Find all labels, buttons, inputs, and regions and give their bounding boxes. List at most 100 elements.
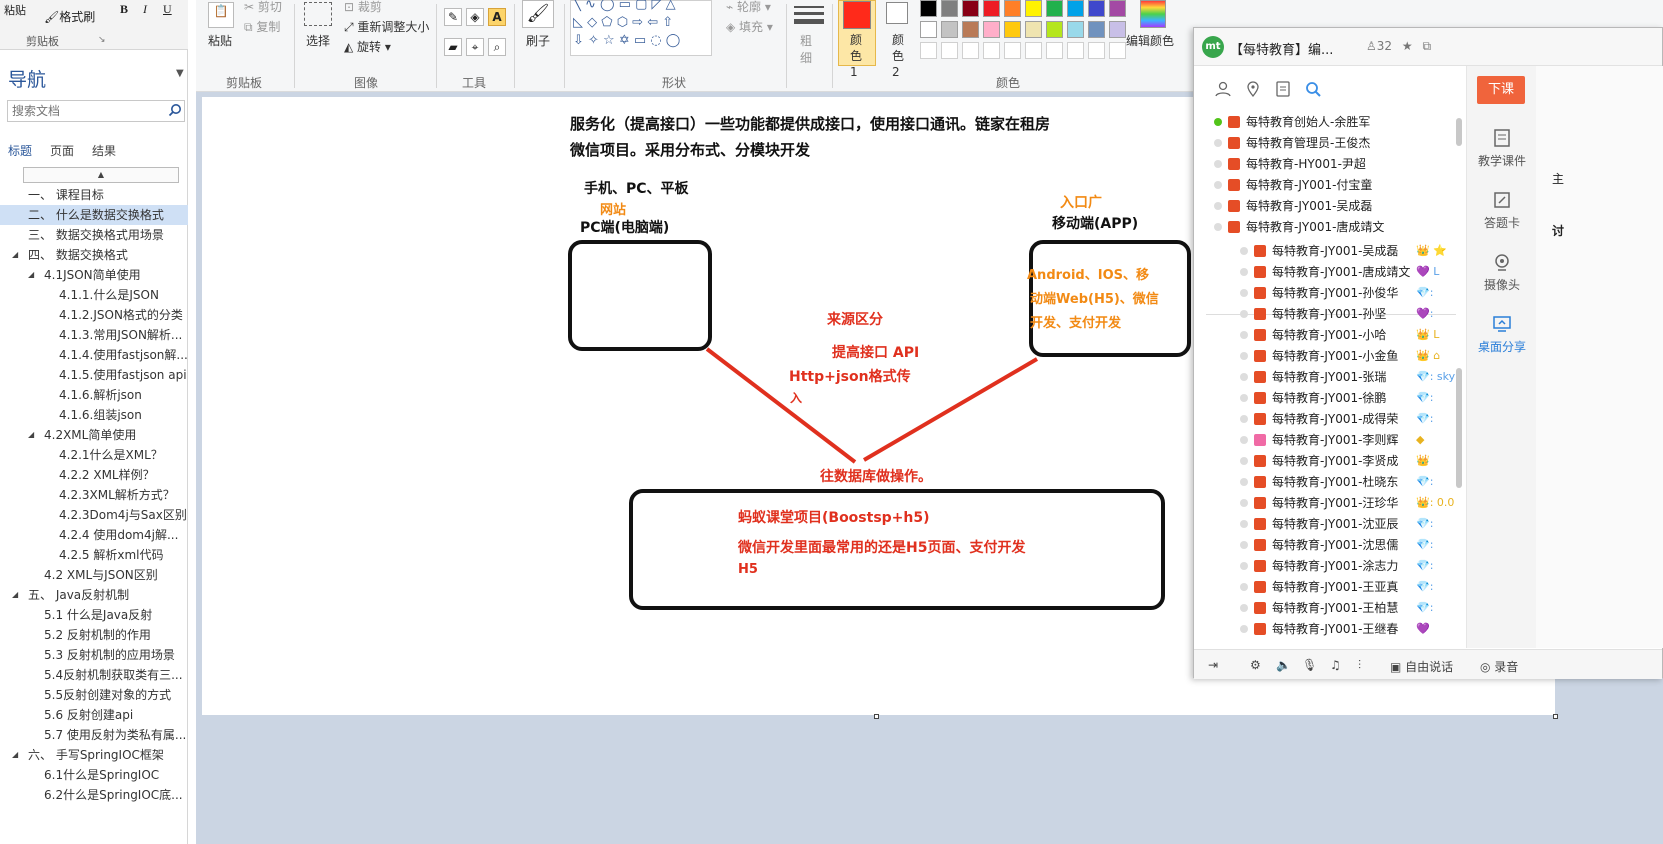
polygon-shape-icon[interactable]: ◺ ◇ ⬠ ⬡ ⇨ ⇦ ⇧	[573, 15, 673, 30]
nav-heading-item[interactable]: 4.1.1.什么是JSON	[0, 285, 188, 305]
underline-button[interactable]: U	[163, 2, 172, 17]
equalizer-icon[interactable]: ⫶	[1358, 658, 1361, 673]
size-button[interactable]: 粗细	[800, 32, 814, 66]
nav-heading-item[interactable]: ◢ 六、 手写SpringIOC框架	[0, 745, 188, 765]
color-swatch[interactable]	[1109, 0, 1126, 17]
courseware-button[interactable]: 教学课件	[1467, 128, 1537, 169]
nav-heading-item[interactable]: ◢ 4.2XML简单使用	[0, 425, 188, 445]
edit-colors-button[interactable]: 编辑颜色	[1126, 32, 1174, 49]
nav-heading-item[interactable]: 5.1 什么是Java反射	[0, 605, 188, 625]
empty-color-swatch[interactable]	[1088, 42, 1105, 59]
window-icon[interactable]: ⧉	[1422, 39, 1431, 53]
camera-button[interactable]: 摄像头	[1467, 252, 1537, 293]
star-icon[interactable]: ★	[1402, 39, 1413, 53]
empty-color-swatch[interactable]	[962, 42, 979, 59]
note-icon[interactable]	[1274, 80, 1292, 98]
nav-heading-item[interactable]: 5.6 反射创建api	[0, 705, 188, 725]
color2-swatch[interactable]	[886, 2, 908, 24]
nav-heading-item[interactable]: 一、 课程目标	[0, 185, 188, 205]
tab-headings[interactable]: 标题	[8, 142, 32, 159]
color-swatch[interactable]	[1004, 21, 1021, 38]
free-talk-button[interactable]: ▣ 自由说话	[1390, 658, 1453, 675]
shapes-gallery[interactable]: ╲ ∿ ◯ ▭ ▢ ◸ △ ◺ ◇ ⬠ ⬡ ⇨ ⇦ ⇧ ⇩ ✧ ☆ ✡ ▭ ◌ …	[570, 0, 712, 56]
nav-heading-item[interactable]: 5.3 反射机制的应用场景	[0, 645, 188, 665]
exit-icon[interactable]: ⇥	[1208, 658, 1218, 672]
outline-button[interactable]: ⌁ 轮廓 ▾	[726, 0, 771, 15]
crop-button[interactable]: ⊡ 裁剪	[344, 0, 382, 15]
cut-button[interactable]: ✂ 剪切	[244, 0, 282, 15]
color-swatch[interactable]	[1088, 21, 1105, 38]
record-button[interactable]: ◎ 录音	[1480, 658, 1518, 675]
color-swatch[interactable]	[1046, 0, 1063, 17]
color-swatch[interactable]	[1067, 0, 1084, 17]
select-button[interactable]: 选择	[306, 32, 330, 49]
nav-options-icon[interactable]: ▼	[176, 68, 184, 79]
tab-results[interactable]: 结果	[92, 142, 116, 159]
nav-heading-item[interactable]: 4.1.6.解析json	[0, 385, 188, 405]
color-swatch[interactable]	[941, 21, 958, 38]
rotate-button[interactable]: ◭ 旋转 ▾	[344, 38, 391, 55]
nav-heading-item[interactable]: 三、 数据交换格式用场景	[0, 225, 188, 245]
canvas-resize-handle[interactable]	[874, 714, 879, 719]
microphone-icon[interactable]: 🎙	[1302, 658, 1317, 672]
answer-card-button[interactable]: 答题卡	[1467, 190, 1537, 231]
star-shape-icon[interactable]: ⇩ ✧ ☆ ✡ ▭ ◌ ◯	[573, 33, 680, 48]
nav-heading-item[interactable]: 4.1.5.使用fastjson api	[0, 365, 188, 385]
eraser-icon[interactable]: ▰	[444, 38, 462, 56]
color-swatch[interactable]	[983, 0, 1000, 17]
bold-button[interactable]: B	[120, 2, 128, 17]
screen-share-button[interactable]: 桌面分享	[1467, 314, 1537, 355]
color-swatch[interactable]	[962, 0, 979, 17]
paste-button[interactable]: 粘贴	[208, 32, 232, 49]
scroll-up-icon[interactable]: ▲	[23, 167, 179, 183]
nav-heading-item[interactable]: 二、 什么是数据交换格式	[0, 205, 188, 225]
brush-icon[interactable]: 🖌	[522, 0, 554, 28]
nav-heading-item[interactable]: ◢ 四、 数据交换格式	[0, 245, 188, 265]
color-swatch[interactable]	[941, 0, 958, 17]
size-icon[interactable]	[794, 4, 824, 28]
collapse-triangle-icon[interactable]: ◢	[28, 425, 34, 445]
nav-heading-item[interactable]: 4.2.2 XML样例？	[0, 465, 188, 485]
collapse-triangle-icon[interactable]: ◢	[12, 585, 18, 605]
copy-button[interactable]: ⧉ 复制	[244, 18, 280, 35]
color-swatch[interactable]	[1067, 21, 1084, 38]
settings-icon[interactable]: ⚙	[1250, 658, 1261, 672]
color-picker-icon[interactable]: ⌖	[466, 38, 484, 56]
empty-color-swatch[interactable]	[1109, 42, 1126, 59]
nav-heading-item[interactable]: 4.1.4.使用fastjson解...	[0, 345, 188, 365]
nav-heading-item[interactable]: 4.2.1什么是XML？	[0, 445, 188, 465]
empty-color-swatch[interactable]	[941, 42, 958, 59]
location-icon[interactable]	[1244, 80, 1262, 98]
speaker-icon[interactable]: 🔈	[1276, 658, 1291, 672]
nav-heading-item[interactable]: 5.7 使用反射为类私有属...	[0, 725, 188, 745]
fill-button[interactable]: ◈ 填充 ▾	[726, 18, 773, 35]
pencil-icon[interactable]: ✎	[444, 8, 462, 26]
color-swatch[interactable]	[1025, 0, 1042, 17]
nav-heading-item[interactable]: 5.4反射机制获取类有三...	[0, 665, 188, 685]
nav-heading-item[interactable]: ◢ 4.1JSON简单使用	[0, 265, 188, 285]
magnifier-icon[interactable]: ⌕	[488, 38, 506, 56]
color-swatch[interactable]	[1025, 21, 1042, 38]
paste-label[interactable]: 粘贴	[4, 2, 26, 18]
search-icon[interactable]	[168, 103, 182, 117]
color-swatch[interactable]	[1109, 21, 1126, 38]
italic-button[interactable]: I	[143, 2, 147, 17]
paste-icon[interactable]: 📋	[208, 2, 234, 28]
nav-heading-item[interactable]: 4.2.3Dom4j与Sax区别	[0, 505, 188, 525]
search-icon[interactable]	[1304, 80, 1322, 98]
color-swatch[interactable]	[920, 21, 937, 38]
edit-colors-icon[interactable]	[1140, 0, 1166, 28]
end-class-button[interactable]: 下课	[1477, 76, 1525, 104]
dialog-launcher-icon[interactable]: ↘	[98, 35, 106, 45]
resize-button[interactable]: ⤢ 重新调整大小	[344, 18, 429, 35]
nav-heading-item[interactable]: 5.2 反射机制的作用	[0, 625, 188, 645]
nav-heading-item[interactable]: 4.2.4 使用dom4j解...	[0, 525, 188, 545]
color-swatch[interactable]	[920, 0, 937, 17]
brush-button[interactable]: 刷子	[526, 32, 550, 49]
nav-heading-item[interactable]: 5.5反射创建对象的方式	[0, 685, 188, 705]
empty-color-swatch[interactable]	[1046, 42, 1063, 59]
collapse-triangle-icon[interactable]: ◢	[12, 245, 18, 265]
nav-search-input[interactable]	[7, 100, 185, 122]
color-swatch[interactable]	[1004, 0, 1021, 17]
color-swatch[interactable]	[1088, 0, 1105, 17]
